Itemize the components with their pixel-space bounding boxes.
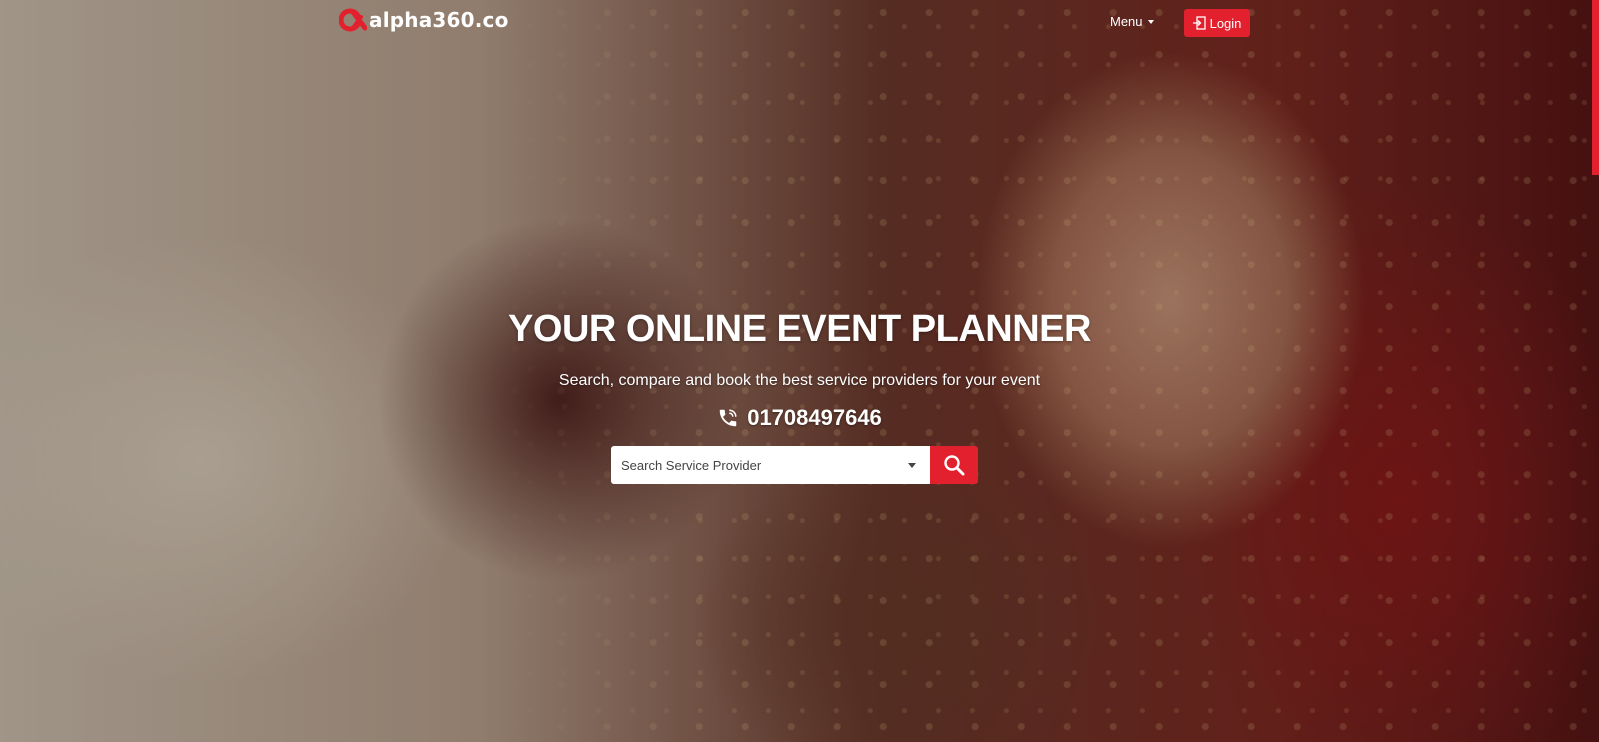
background-overlay [0, 0, 1599, 742]
alpha-logo-icon [339, 8, 367, 32]
scrollbar-thumb[interactable] [1592, 0, 1599, 175]
login-button[interactable]: Login [1184, 9, 1250, 37]
menu-label: Menu [1110, 14, 1143, 29]
login-label: Login [1209, 15, 1242, 31]
login-icon [1192, 16, 1206, 30]
page-scrollbar[interactable] [1592, 0, 1599, 742]
logo-text: alpha360.co [369, 8, 509, 32]
search-placeholder: Search Service Provider [621, 457, 762, 473]
chevron-down-icon [908, 462, 916, 468]
hero-section: alpha360.co Menu Login YOUR ONLINE EVENT… [0, 0, 1599, 742]
search-icon [944, 455, 965, 476]
phone-contact[interactable]: 01708497646 [0, 405, 1599, 431]
menu-dropdown[interactable]: Menu [1110, 14, 1154, 29]
hero-title: YOUR ONLINE EVENT PLANNER [508, 308, 1091, 350]
phone-number: 01708497646 [747, 405, 882, 430]
hero-subtitle: Search, compare and book the best servic… [558, 372, 1041, 389]
phone-icon [719, 409, 737, 427]
top-navbar: alpha360.co Menu Login [0, 0, 1599, 44]
service-provider-select[interactable]: Search Service Provider [611, 446, 930, 484]
site-logo[interactable]: alpha360.co [339, 8, 509, 32]
search-button[interactable] [930, 446, 978, 484]
caret-down-icon [1147, 20, 1154, 24]
search-bar: Search Service Provider [611, 446, 978, 484]
